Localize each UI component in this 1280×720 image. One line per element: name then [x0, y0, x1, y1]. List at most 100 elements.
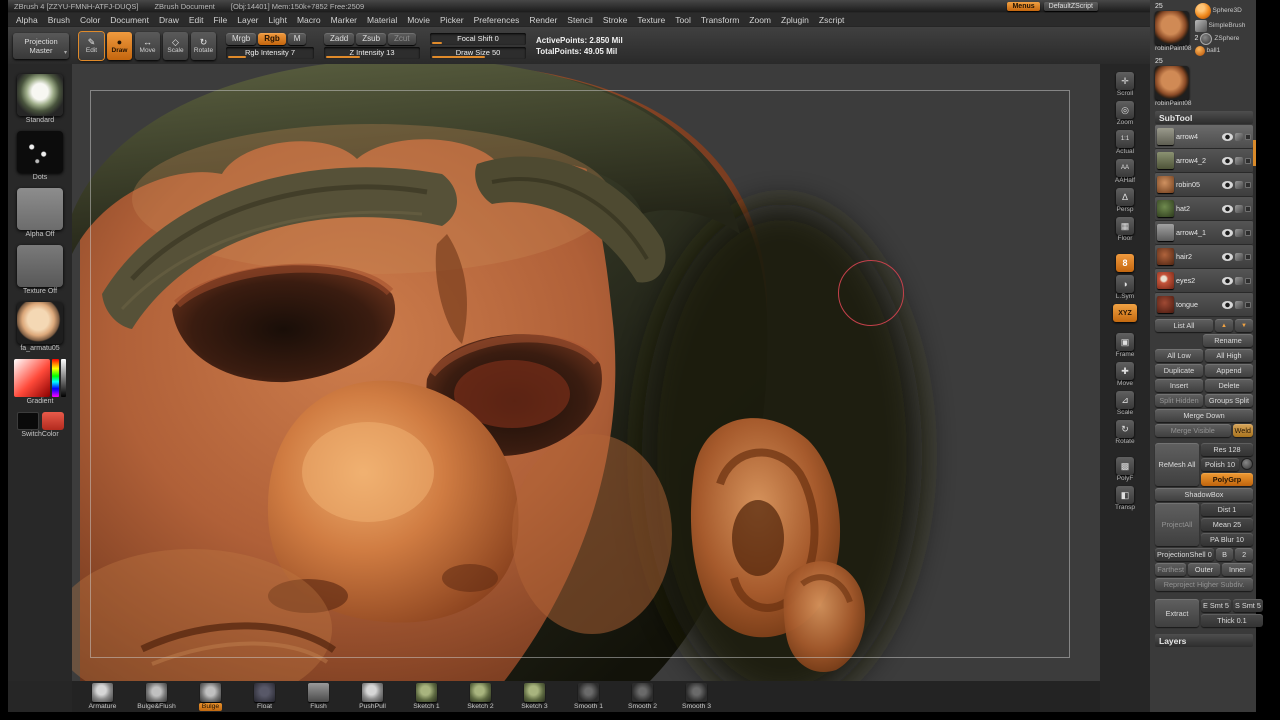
inner-toggle[interactable]: Inner: [1221, 563, 1253, 576]
rotate-button[interactable]: ↻ Rotate: [191, 31, 216, 60]
mask-icon[interactable]: [1245, 181, 1251, 188]
color-picker-hue-strip[interactable]: [52, 359, 59, 397]
menu-zscript[interactable]: Zscript: [819, 15, 845, 25]
subtool-row[interactable]: arrow4_2: [1155, 149, 1253, 173]
subtool-row[interactable]: eyes2: [1155, 269, 1253, 293]
persp-toggle[interactable]: ∆ Persp: [1116, 188, 1134, 214]
switch-color-widget[interactable]: [16, 412, 64, 430]
menu-texture[interactable]: Texture: [637, 15, 665, 25]
shell-2-button[interactable]: 2: [1235, 548, 1253, 561]
brush-float[interactable]: Float: [238, 682, 291, 711]
mask-icon[interactable]: [1245, 301, 1251, 308]
mean-slider[interactable]: Mean 25: [1201, 518, 1253, 531]
project-all-button[interactable]: ProjectAll: [1155, 503, 1199, 546]
duplicate-button[interactable]: Duplicate: [1155, 364, 1203, 377]
secondary-color-swatch[interactable]: [16, 412, 39, 430]
append-button[interactable]: Append: [1205, 364, 1253, 377]
subtool-row[interactable]: robin05: [1155, 173, 1253, 197]
thick-slider[interactable]: Thick 0.1: [1201, 614, 1263, 627]
m-button[interactable]: M: [287, 32, 307, 45]
menu-alpha[interactable]: Alpha: [16, 15, 38, 25]
eye-icon[interactable]: [1222, 276, 1233, 285]
brush-sketch-3[interactable]: Sketch 3: [508, 682, 561, 711]
subtool-row[interactable]: arrow4: [1155, 125, 1253, 149]
draw-button[interactable]: ● Draw: [107, 31, 132, 60]
mask-icon[interactable]: [1245, 277, 1251, 284]
eye-icon[interactable]: [1222, 204, 1233, 213]
menu-stroke[interactable]: Stroke: [603, 15, 628, 25]
list-all-button[interactable]: List All: [1155, 319, 1213, 332]
paint-icon[interactable]: [1235, 300, 1243, 309]
scale-button[interactable]: ◇ Scale: [163, 31, 188, 60]
all-high-button[interactable]: All High: [1205, 349, 1253, 362]
farthest-toggle[interactable]: Farthest: [1155, 563, 1187, 576]
mask-icon[interactable]: [1245, 229, 1251, 236]
recent-tool-thumbnail[interactable]: [1155, 66, 1189, 100]
res-slider[interactable]: Res 128: [1201, 443, 1253, 456]
focal-shift-slider[interactable]: Focal Shift 0: [430, 32, 526, 45]
brush-smooth-2[interactable]: Smooth 2: [616, 682, 669, 711]
subtool-row[interactable]: arrow4_1: [1155, 221, 1253, 245]
subtool-row[interactable]: hat2: [1155, 197, 1253, 221]
mask-icon[interactable]: [1245, 253, 1251, 260]
projection-master-button[interactable]: Projection Master ▾: [13, 32, 69, 59]
merge-down-button[interactable]: Merge Down: [1155, 409, 1253, 422]
active-brush-indicator[interactable]: 8: [1116, 254, 1134, 272]
pa-blur-slider[interactable]: PA Blur 10: [1201, 533, 1253, 546]
delete-button[interactable]: Delete: [1205, 379, 1253, 392]
polyframe-toggle[interactable]: ▩ PolyF: [1116, 457, 1134, 483]
polish-slider[interactable]: Polish 10: [1201, 458, 1239, 471]
brush-bulge-flush[interactable]: Bulge&Flush: [130, 682, 183, 711]
brush-thumbnail-standard[interactable]: [17, 74, 63, 116]
brush-sketch-2[interactable]: Sketch 2: [454, 682, 507, 711]
menu-material[interactable]: Material: [367, 15, 397, 25]
mask-icon[interactable]: [1245, 157, 1251, 164]
remesh-all-button[interactable]: ReMesh All: [1155, 443, 1199, 486]
brush-bulge[interactable]: Bulge: [184, 682, 237, 711]
eye-icon[interactable]: [1222, 180, 1233, 189]
extract-button[interactable]: Extract: [1155, 599, 1199, 627]
brush-smooth-3[interactable]: Smooth 3: [670, 682, 723, 711]
paint-icon[interactable]: [1235, 156, 1243, 165]
local-symmetry-toggle[interactable]: ◑ L.Sym: [1116, 275, 1134, 301]
projection-shell-slider[interactable]: ProjectionShell 0: [1155, 548, 1214, 561]
xyz-symmetry-toggle[interactable]: XYZ: [1113, 304, 1137, 322]
brush-pushpull[interactable]: PushPull: [346, 682, 399, 711]
actual-tool[interactable]: 1:1 Actual: [1116, 130, 1134, 156]
mrgb-button[interactable]: Mrgb: [226, 32, 257, 45]
texture-thumbnail[interactable]: [17, 245, 63, 287]
move-3d-tool[interactable]: ✚ Move: [1116, 362, 1134, 388]
menu-zplugin[interactable]: Zplugin: [781, 15, 809, 25]
subtool-row[interactable]: tongue: [1155, 293, 1253, 317]
tool-sphere3d[interactable]: Sphere3D: [1194, 3, 1254, 19]
color-picker-square[interactable]: [14, 359, 50, 397]
z-intensity-slider[interactable]: Z Intensity 13: [324, 46, 420, 59]
move-button[interactable]: ↔ Move: [135, 31, 160, 60]
paint-icon[interactable]: [1235, 204, 1243, 213]
aahalf-tool[interactable]: AA AAHalf: [1115, 159, 1135, 185]
menu-transform[interactable]: Transform: [701, 15, 739, 25]
subtool-scrollbar[interactable]: [1253, 140, 1256, 360]
menu-color[interactable]: Color: [80, 15, 100, 25]
menu-brush[interactable]: Brush: [48, 15, 70, 25]
tool-zsphere[interactable]: 2 ZSphere: [1195, 33, 1254, 45]
paint-icon[interactable]: [1235, 252, 1243, 261]
paint-icon[interactable]: [1235, 132, 1243, 141]
layers-header[interactable]: Layers: [1155, 634, 1253, 647]
brush-sketch-1[interactable]: Sketch 1: [400, 682, 453, 711]
shadowbox-button[interactable]: ShadowBox: [1155, 488, 1253, 501]
zoom-tool[interactable]: ◎ Zoom: [1116, 101, 1134, 127]
zadd-button[interactable]: Zadd: [324, 32, 355, 45]
menu-layer[interactable]: Layer: [237, 15, 258, 25]
current-tool-thumbnail[interactable]: [1155, 11, 1189, 45]
menu-render[interactable]: Render: [529, 15, 557, 25]
menu-marker[interactable]: Marker: [331, 15, 357, 25]
menu-movie[interactable]: Movie: [407, 15, 430, 25]
e-smt-slider[interactable]: E Smt 5: [1201, 599, 1231, 612]
eye-icon[interactable]: [1222, 252, 1233, 261]
groups-split-button[interactable]: Groups Split: [1205, 394, 1253, 407]
paint-icon[interactable]: [1235, 228, 1243, 237]
reproject-button[interactable]: Reproject Higher Subdiv.: [1155, 578, 1253, 591]
subtool-down-button[interactable]: ▼: [1235, 319, 1253, 332]
subtool-scrollbar-thumb[interactable]: [1253, 140, 1256, 166]
